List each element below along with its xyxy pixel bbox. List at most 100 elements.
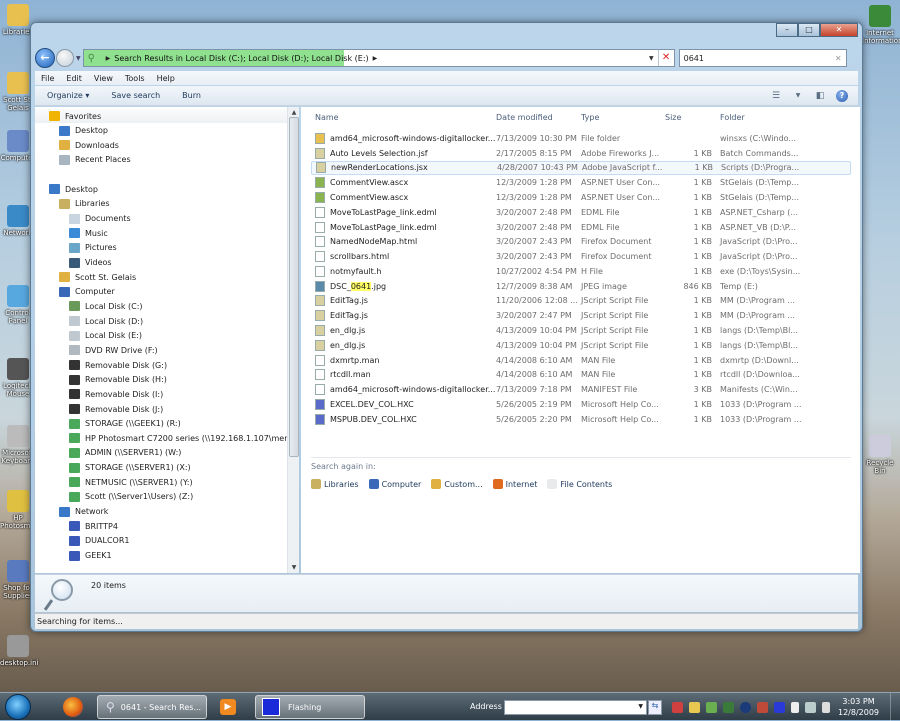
- file-row[interactable]: MoveToLastPage_link.edml 3/20/2007 2:48 P…: [311, 220, 851, 235]
- nav-item[interactable]: Local Disk (C:): [69, 299, 143, 313]
- menu-file[interactable]: File: [41, 74, 54, 83]
- nav-item[interactable]: ADMIN (\\SERVER1) (W:): [69, 446, 181, 460]
- file-row[interactable]: rtcdll.man 4/14/2008 6:10 AM MAN File 1 KB r…: [311, 367, 851, 382]
- nav-item[interactable]: Desktop: [49, 182, 98, 196]
- nav-item[interactable]: NETMUSIC (\\SERVER1) (Y:): [69, 475, 193, 489]
- view-options-icon[interactable]: ☰: [770, 90, 782, 102]
- file-row[interactable]: DSC_0641.jpg 12/7/2009 8:38 AM JPEG image 8…: [311, 279, 851, 294]
- nav-item[interactable]: Removable Disk (G:): [69, 358, 167, 372]
- back-button[interactable]: ←: [35, 48, 55, 68]
- network-status-icon[interactable]: [805, 701, 816, 713]
- search-again-file-contents[interactable]: File Contents: [547, 479, 612, 489]
- nav-item[interactable]: Local Disk (E:): [69, 329, 142, 343]
- file-row[interactable]: newRenderLocations.jsx 4/28/2007 10:43 PM…: [311, 160, 851, 176]
- search-again-computer[interactable]: Computer: [368, 479, 421, 489]
- nav-item[interactable]: STORAGE (\\GEEK1) (R:): [69, 417, 181, 431]
- taskbar-button-search[interactable]: ⚲ 0641 - Search Res...: [97, 695, 207, 719]
- volume-icon[interactable]: [822, 701, 830, 713]
- nav-item[interactable]: HP Photosmart C7200 series (\\192.168.1.…: [69, 431, 299, 445]
- minimize-button[interactable]: –: [776, 23, 798, 37]
- scroll-up-icon[interactable]: ▲: [288, 109, 300, 116]
- clock[interactable]: 3:03 PM 12/8/2009: [838, 696, 879, 718]
- nav-item[interactable]: Removable Disk (H:): [69, 373, 167, 387]
- file-row[interactable]: amd64_microsoft-windows-digitallocker...…: [311, 131, 851, 146]
- file-row[interactable]: scrollbars.html 3/20/2007 2:43 PM Firefox …: [311, 249, 851, 264]
- menu-edit[interactable]: Edit: [66, 74, 82, 83]
- tray-sync-icon[interactable]: [723, 701, 734, 713]
- tray-flashing-icon[interactable]: [774, 701, 785, 713]
- column-header-size[interactable]: Size: [665, 107, 681, 127]
- action-center-flag-icon[interactable]: [791, 701, 799, 713]
- view-dropdown-icon[interactable]: ▼: [792, 90, 804, 102]
- bluetooth-icon[interactable]: [740, 701, 751, 713]
- nav-item[interactable]: Pictures: [69, 241, 117, 255]
- nav-item[interactable]: Scott (\\Server1\Users) (Z:): [69, 490, 193, 504]
- desktop-icon[interactable]: Internet Information...: [862, 5, 900, 45]
- column-header-date-modified[interactable]: Date modified: [496, 107, 553, 127]
- file-row[interactable]: notmyfault.h 10/27/2002 4:54 PM H File 1 KB…: [311, 264, 851, 279]
- file-row[interactable]: CommentView.ascx 12/3/2009 1:28 PM ASP.NET…: [311, 175, 851, 190]
- scrollbar-thumb[interactable]: [289, 117, 299, 457]
- navigation-pane-scrollbar[interactable]: ▲ ▼: [287, 107, 299, 573]
- tray-app-icon[interactable]: [672, 701, 683, 713]
- tray-speaker-app-icon[interactable]: [757, 701, 768, 713]
- file-row[interactable]: EditTag.js 11/20/2006 12:08 ... JScript Sc…: [311, 294, 851, 309]
- file-row[interactable]: EditTag.js 3/20/2007 2:47 PM JScript Scrip…: [311, 308, 851, 323]
- nav-item[interactable]: Music: [69, 226, 108, 240]
- breadcrumb-arrow-icon[interactable]: ▶: [106, 55, 111, 62]
- file-row[interactable]: en_dlg.js 4/13/2009 10:04 PM JScript Scrip…: [311, 338, 851, 353]
- nav-item[interactable]: GEEK1: [69, 549, 112, 563]
- tray-security-icon[interactable]: [706, 701, 717, 713]
- nav-item[interactable]: Scott St. Gelais: [59, 270, 136, 284]
- nav-item[interactable]: Favorites: [35, 109, 299, 123]
- column-header-type[interactable]: Type: [581, 107, 599, 127]
- address-dropdown-icon[interactable]: ▼: [649, 55, 654, 62]
- tray-shield-icon[interactable]: [689, 701, 700, 713]
- firefox-icon[interactable]: [63, 697, 83, 717]
- file-row[interactable]: MoveToLastPage_link.edml 3/20/2007 2:48 P…: [311, 205, 851, 220]
- nav-item[interactable]: Removable Disk (J:): [69, 402, 163, 416]
- menu-view[interactable]: View: [94, 74, 113, 83]
- menu-help[interactable]: Help: [157, 74, 175, 83]
- search-again-internet[interactable]: Internet: [492, 479, 537, 489]
- start-button[interactable]: [5, 694, 31, 720]
- help-icon[interactable]: ?: [836, 89, 848, 102]
- nav-item[interactable]: Desktop: [59, 124, 108, 138]
- nav-item[interactable]: Libraries: [59, 197, 110, 211]
- search-again-custom[interactable]: Custom...: [431, 479, 483, 489]
- file-row[interactable]: EXCEL.DEV_COL.HXC 5/26/2005 2:19 PM Micros…: [311, 397, 851, 412]
- nav-item[interactable]: Recent Places: [59, 153, 131, 167]
- file-row[interactable]: NamedNodeMap.html 3/20/2007 2:43 PM Firefo…: [311, 234, 851, 249]
- burn-button[interactable]: Burn: [182, 91, 201, 100]
- nav-item[interactable]: DUALCOR1: [69, 534, 129, 548]
- taskbar-address-input[interactable]: ▼: [504, 700, 647, 715]
- nav-item[interactable]: Documents: [69, 212, 131, 226]
- save-search-button[interactable]: Save search: [111, 91, 160, 100]
- column-header-folder[interactable]: Folder: [720, 107, 745, 127]
- file-row[interactable]: amd64_microsoft-windows-digitallocker...…: [311, 382, 851, 397]
- desktop-icon[interactable]: Recycle Bin: [862, 435, 898, 475]
- breadcrumb[interactable]: Search Results in Local Disk (C:); Local…: [114, 54, 368, 63]
- taskbar-button-flashing[interactable]: Flashing: [255, 695, 365, 719]
- maximize-button[interactable]: □: [798, 23, 820, 37]
- breadcrumb-arrow-icon[interactable]: ▶: [373, 55, 378, 62]
- file-row[interactable]: Auto Levels Selection.jsf 2/17/2005 8:15 …: [311, 146, 851, 161]
- nav-item[interactable]: Removable Disk (I:): [69, 387, 163, 401]
- show-desktop-button[interactable]: [890, 693, 900, 721]
- search-input[interactable]: 0641: [684, 54, 704, 63]
- nav-item[interactable]: STORAGE (\\SERVER1) (X:): [69, 461, 191, 475]
- clear-search-icon[interactable]: ✕: [835, 54, 842, 63]
- organize-button[interactable]: Organize ▾: [47, 91, 89, 100]
- file-row[interactable]: en_dlg.js 4/13/2009 10:04 PM JScript Scrip…: [311, 323, 851, 338]
- file-row[interactable]: dxmrtp.man 4/14/2008 6:10 AM MAN File 1 KB d…: [311, 353, 851, 368]
- scroll-down-icon[interactable]: ▼: [288, 564, 300, 571]
- desktop-icon[interactable]: desktop.ini: [0, 635, 38, 667]
- file-row[interactable]: CommentView.ascx 12/3/2009 1:28 PM ASP.NET…: [311, 190, 851, 205]
- address-dropdown-icon[interactable]: ▼: [638, 703, 643, 710]
- search-again-libraries[interactable]: Libraries: [311, 479, 359, 489]
- address-bar[interactable]: ⚲ ▶ Search Results in Local Disk (C:); L…: [82, 49, 675, 67]
- forward-button[interactable]: [56, 49, 74, 67]
- menu-tools[interactable]: Tools: [125, 74, 145, 83]
- nav-item[interactable]: Network: [59, 505, 108, 519]
- nav-item[interactable]: Computer: [59, 285, 115, 299]
